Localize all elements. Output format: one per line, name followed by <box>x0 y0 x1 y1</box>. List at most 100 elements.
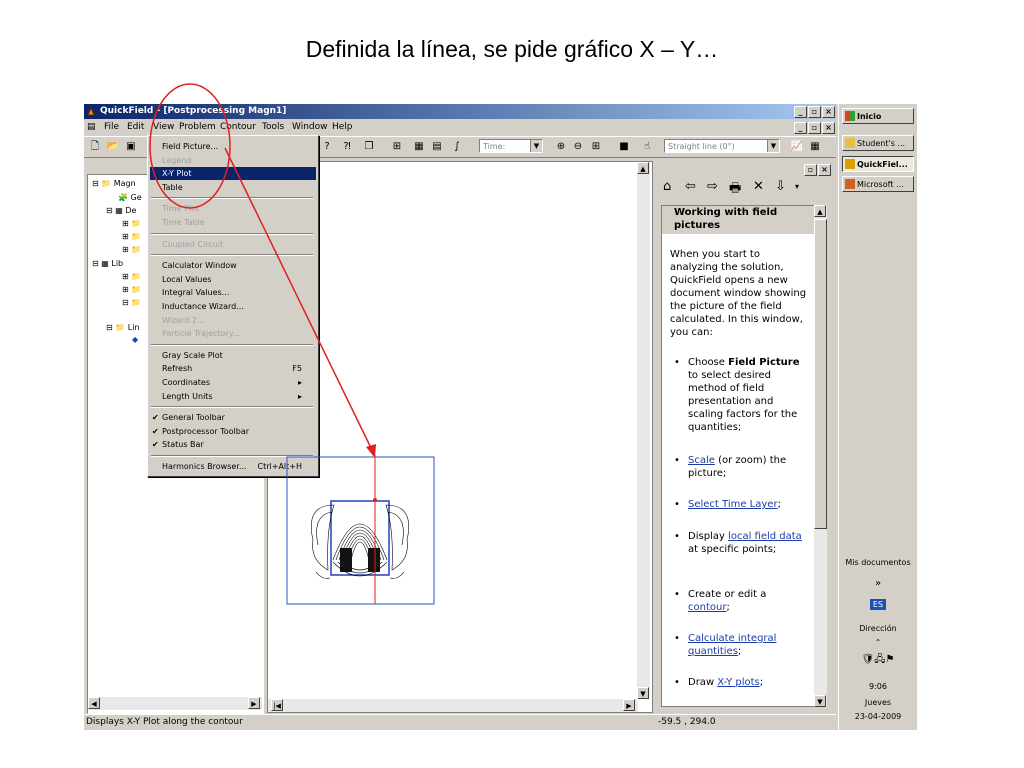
menu-window[interactable]: Window <box>292 122 328 132</box>
copy-icon[interactable]: ❐ <box>362 140 376 153</box>
help-pane-close-button[interactable]: × <box>818 164 831 176</box>
tree-node-sub[interactable]: ⊞ 📁 <box>122 245 141 254</box>
calculate-integral-link[interactable]: Calculate integral quantities <box>688 633 776 657</box>
scroll-thumb[interactable] <box>814 219 827 529</box>
tree-node-magn[interactable]: ⊟ 📁 Magn <box>92 179 136 188</box>
view-menu-item[interactable]: Inductance Wizard... <box>162 300 316 313</box>
close-button[interactable]: × <box>822 106 835 118</box>
view-menu-item[interactable]: Integral Values... <box>162 286 316 299</box>
calculator-icon[interactable]: ▤ <box>430 140 444 153</box>
tree-node-sub[interactable]: ⊞ 📁 <box>122 232 141 241</box>
doc-minimize-button[interactable]: _ <box>794 122 807 134</box>
view-menu-item[interactable]: Calculator Window <box>162 259 316 272</box>
scroll-right-icon[interactable]: ▶ <box>248 697 260 709</box>
scroll-left-icon[interactable]: ◀ <box>88 697 100 709</box>
clock-time[interactable]: 9:06 <box>839 682 917 691</box>
down-arrow-icon[interactable]: ⇩ <box>775 179 786 194</box>
view-menu-item[interactable]: X-Y Plot <box>150 167 316 181</box>
tree-node-sub[interactable]: ⊟ 📁 <box>122 298 141 307</box>
chevron-down-icon[interactable]: ▼ <box>767 140 779 152</box>
view-menu-item[interactable]: ✔ Status Bar <box>152 438 316 451</box>
print-icon[interactable]: 🖶 <box>729 179 741 201</box>
context-help-icon[interactable]: ⁈ <box>340 140 354 153</box>
forward-arrow-icon[interactable]: ⇨ <box>707 179 718 194</box>
menu-view[interactable]: View <box>153 122 174 132</box>
tree-node-sub[interactable]: ⊞ 📁 <box>122 219 141 228</box>
scroll-left-icon[interactable]: |◀ <box>271 699 283 711</box>
xy-plots-link[interactable]: X-Y plots <box>717 677 759 688</box>
scroll-down-icon[interactable]: ▼ <box>814 695 826 707</box>
minimize-button[interactable]: _ <box>794 106 807 118</box>
view-menu-item[interactable]: Coordinates ▸ <box>162 376 316 389</box>
menu-help[interactable]: Help <box>332 122 353 132</box>
chevron-down-icon[interactable]: ▾ <box>795 182 799 191</box>
my-documents-label[interactable]: Mis documentos <box>839 558 917 567</box>
network-icon[interactable]: 🖧 <box>874 654 885 665</box>
new-file-icon[interactable]: 🗋 <box>88 140 102 153</box>
help-vertical-scrollbar[interactable]: ▲ ▼ <box>814 205 827 707</box>
tree-node-library[interactable]: ⊟ ▦ Lib <box>92 259 123 268</box>
tree-node-sub[interactable]: ⊞ 📁 <box>122 272 141 281</box>
line-type-combo[interactable]: Straight line (0°) ▼ <box>664 139 780 153</box>
contour-icon[interactable]: ⊞ <box>390 140 404 153</box>
menu-edit[interactable]: Edit <box>127 122 144 132</box>
stop-icon[interactable]: ■ <box>617 140 631 153</box>
menu-file[interactable]: File <box>104 122 119 132</box>
time-combo[interactable]: Time: ▼ <box>479 139 543 153</box>
tray-icons[interactable]: 🛡🖧⚑ <box>839 652 917 669</box>
view-menu-item[interactable]: Local Values <box>162 273 316 286</box>
doc-close-button[interactable]: × <box>822 122 835 134</box>
menu-problem[interactable]: Problem <box>179 122 216 132</box>
tree-horizontal-scrollbar[interactable]: ◀ ▶ <box>88 696 262 710</box>
save-icon[interactable]: ▣ <box>124 140 138 153</box>
title-bar[interactable]: QuickField - [Postprocessing Magn1] <box>84 104 836 119</box>
scale-link[interactable]: Scale <box>688 455 715 466</box>
language-indicator[interactable]: ES <box>839 599 917 610</box>
contour-link[interactable]: contour <box>688 602 726 613</box>
scroll-right-icon[interactable]: ▶ <box>623 699 635 711</box>
view-menu-item[interactable]: Field Picture... <box>162 140 316 153</box>
start-button[interactable]: Inicio <box>842 108 914 124</box>
pointer-icon[interactable]: ☝ <box>640 140 654 153</box>
view-menu-item[interactable]: ✔ Postprocessor Toolbar <box>152 425 316 438</box>
tree-node-geometry[interactable]: 🧩 Ge <box>118 193 142 202</box>
back-arrow-icon[interactable]: ⇦ <box>685 179 696 194</box>
chevron-down-icon[interactable]: ▼ <box>530 140 542 152</box>
zoom-out-icon[interactable]: ⊖ <box>571 140 585 153</box>
view-menu-item[interactable]: Harmonics Browser... Ctrl+Alt+H <box>162 460 316 473</box>
view-menu-item[interactable]: Refresh F5 <box>162 362 316 375</box>
tree-node-data[interactable]: ⊟ ▦ De <box>106 206 136 215</box>
zoom-fit-icon[interactable]: ⊞ <box>589 140 603 153</box>
view-menu-item[interactable]: Table <box>162 181 316 194</box>
doc-restore-button[interactable]: ▫ <box>808 122 821 134</box>
taskbar-button-student[interactable]: Student's ... <box>842 135 914 151</box>
integral-icon[interactable]: ∫ <box>450 140 464 153</box>
flag-icon[interactable]: ⚑ <box>885 654 894 665</box>
maximize-button[interactable]: ▫ <box>808 106 821 118</box>
field-picture-canvas[interactable] <box>267 161 653 713</box>
help-icon[interactable]: ? <box>320 140 334 153</box>
chevron-up-icon[interactable]: ⌃ <box>839 638 917 647</box>
view-menu-item[interactable]: Gray Scale Plot <box>162 349 316 362</box>
scroll-up-icon[interactable]: ▲ <box>637 162 649 174</box>
plot-icon[interactable]: 📈 <box>790 140 804 153</box>
menu-tools[interactable]: Tools <box>262 122 284 132</box>
help-pane-restore-button[interactable]: ▫ <box>804 164 817 176</box>
open-folder-icon[interactable]: 📂 <box>106 140 120 153</box>
view-menu-item[interactable]: Length Units ▸ <box>162 390 316 403</box>
local-field-data-link[interactable]: local field data <box>728 531 802 542</box>
scroll-up-icon[interactable]: ▲ <box>814 205 826 217</box>
canvas-horizontal-scrollbar[interactable]: |◀ ▶ <box>268 698 638 712</box>
taskbar-button-microsoft[interactable]: Microsoft ... <box>842 176 914 192</box>
scroll-down-icon[interactable]: ▼ <box>637 687 649 699</box>
address-label[interactable]: Dirección <box>839 624 917 633</box>
view-menu-item[interactable]: ✔ General Toolbar <box>152 411 316 424</box>
canvas-vertical-scrollbar[interactable]: ▲ ▼ <box>637 162 650 699</box>
taskbar-button-quickfield[interactable]: QuickFiel... <box>842 156 914 172</box>
table-icon[interactable]: ▦ <box>412 140 426 153</box>
grid-icon[interactable]: ▦ <box>808 140 822 153</box>
tree-node-leaf[interactable]: ◆ <box>132 335 138 344</box>
menu-contour[interactable]: Contour <box>220 122 256 132</box>
shield-icon[interactable]: 🛡 <box>862 654 875 665</box>
close-icon[interactable]: ✕ <box>753 179 764 194</box>
